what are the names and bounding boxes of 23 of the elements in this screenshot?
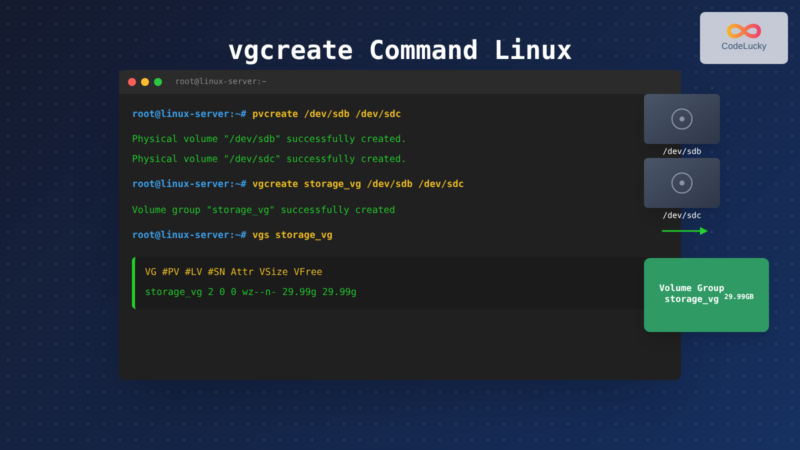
command-text: vgs storage_vg — [252, 228, 332, 242]
disk-label: /dev/sdc — [662, 211, 702, 221]
output-text: Physical volume "/dev/sdb" successfully created. — [132, 133, 408, 148]
shell-prompt: root@linux-server:~# — [132, 108, 246, 122]
output-text: Physical volume "/dev/sdc" successfully created. — [132, 153, 408, 168]
minimize-icon[interactable] — [141, 78, 149, 86]
page-title: vgcreate Command Linux — [228, 35, 572, 68]
disk-label: /dev/sdb — [662, 147, 702, 157]
logo-text: CodeLucky — [721, 40, 767, 53]
shell-prompt: root@linux-server:~# — [132, 228, 246, 242]
window-title: root@linux-server:~ — [175, 76, 267, 88]
close-icon[interactable] — [128, 78, 136, 86]
volume-group-label: Volume Group — [659, 284, 724, 295]
volume-group-name: storage_vg — [664, 295, 719, 306]
shell-prompt: root@linux-server:~# — [132, 178, 246, 192]
infinity-logo-icon — [726, 22, 762, 39]
disk-icon — [671, 108, 693, 130]
arrow-icon — [662, 227, 708, 235]
disk-icon — [671, 172, 693, 194]
command-text: pvcreate /dev/sdb /dev/sdc — [252, 108, 402, 122]
command-text: vgcreate storage_vg /dev/sdb /dev/sdc — [252, 178, 464, 192]
table-header: VG #PV #LV #SN Attr VSize VFree — [145, 266, 324, 280]
maximize-icon[interactable] — [154, 78, 162, 86]
